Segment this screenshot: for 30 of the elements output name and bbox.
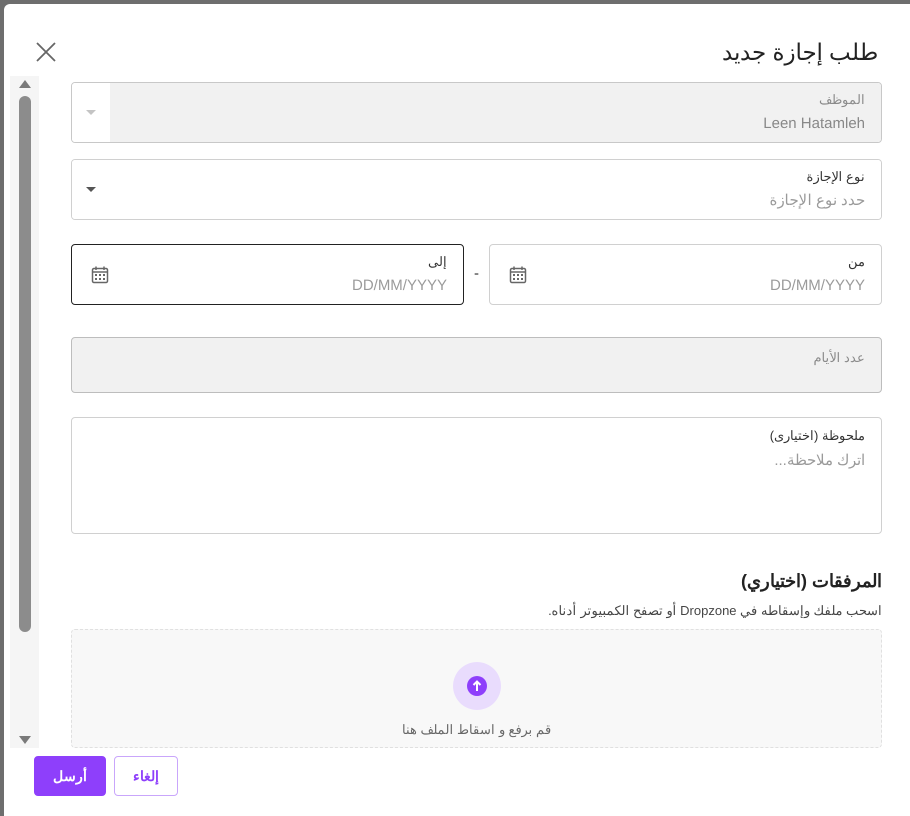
- field-value: Leen Hatamleh: [762, 114, 865, 134]
- dropzone[interactable]: قم برفع و اسقاط الملف هنا: [71, 628, 882, 748]
- submit-button[interactable]: أرسل: [34, 756, 106, 796]
- cancel-button[interactable]: إلغاء: [114, 756, 178, 796]
- field-placeholder: DD/MM/YYYY: [350, 276, 447, 296]
- dropzone-text: قم برفع و اسقاط الملف هنا: [402, 720, 552, 739]
- field-label: عدد الأيام: [813, 350, 865, 365]
- note-field[interactable]: ملحوظة (اختيارى) اترك ملاحظة...: [71, 417, 882, 534]
- section-title: المرفقات (اختياري): [740, 570, 882, 594]
- dialog-title: طلب إجازة جديد: [722, 38, 878, 68]
- field-placeholder: DD/MM/YYYY: [768, 276, 865, 296]
- scroll-down-icon[interactable]: [18, 736, 30, 744]
- field-label: من: [847, 252, 865, 271]
- date-separator: -: [474, 264, 479, 284]
- field-label: الموظف: [818, 90, 865, 109]
- close-button[interactable]: [34, 40, 58, 64]
- field-placeholder: اترك ملاحظة...: [773, 450, 865, 471]
- field-label: نوع الإجازة: [805, 168, 865, 186]
- scroll-up-icon[interactable]: [18, 80, 30, 88]
- section-hint: اسحب ملفك وإسقاطه في Dropzone أو تصفح الكمبيوتر أدناه.: [547, 601, 882, 620]
- caret-icon: [86, 186, 96, 192]
- field-placeholder: حدد نوع الإجازة: [768, 191, 865, 211]
- calendar-icon: [90, 264, 110, 284]
- caret-icon: [86, 110, 96, 116]
- field-label: إلى: [427, 252, 447, 271]
- calendar-icon: [508, 264, 528, 284]
- field-label: ملحوظة (اختيارى): [768, 427, 865, 446]
- scrollbar[interactable]: [10, 76, 39, 748]
- close-icon: [36, 42, 56, 62]
- select-field[interactable]: نوع الإجازة حدد نوع الإجازة: [71, 159, 882, 220]
